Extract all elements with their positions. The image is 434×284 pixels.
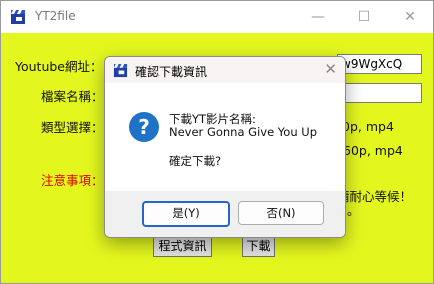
- dialog-confirm-question: 確定下載?: [169, 154, 222, 168]
- url-input[interactable]: w9WgXcQ: [337, 54, 422, 74]
- type-label: 類型選擇：: [41, 120, 104, 135]
- notes-label: 注意事項：: [41, 173, 104, 188]
- dialog-footer: 是(Y) 否(N): [105, 191, 345, 237]
- dialog-close-button[interactable]: ✕: [324, 60, 337, 78]
- info-button[interactable]: 程式資訊: [153, 236, 212, 257]
- title-bar[interactable]: YT2file — ☐ ✕: [1, 1, 433, 33]
- clapperboard-icon: [11, 10, 25, 24]
- type-option-mp4-720[interactable]: 0p, mp4: [342, 119, 394, 134]
- maximize-button[interactable]: ☐: [341, 1, 387, 33]
- filename-input[interactable]: [337, 83, 422, 103]
- close-button[interactable]: ✕: [387, 1, 433, 33]
- download-button[interactable]: 下載: [242, 236, 275, 257]
- question-icon: ?: [129, 112, 159, 142]
- yes-button[interactable]: 是(Y): [142, 201, 230, 227]
- dialog-title: 確認下載資訊: [135, 65, 208, 79]
- dialog-title-bar[interactable]: 確認下載資訊 ✕: [105, 57, 345, 83]
- filename-label: 檔案名稱：: [41, 89, 104, 104]
- clapperboard-icon: [113, 63, 128, 78]
- type-option-mp4-360[interactable]: 60p, mp4: [343, 143, 403, 158]
- minimize-button[interactable]: —: [295, 1, 341, 33]
- url-label: Youtube網址：: [15, 59, 103, 74]
- window-title: YT2file: [35, 9, 76, 23]
- dialog-video-title: Never Gonna Give You Up: [169, 125, 318, 139]
- confirm-dialog: 確認下載資訊 ✕ ? 下載YT影片名稱: Never Gonna Give Yo…: [104, 56, 346, 238]
- notes-text-line2: 。: [347, 203, 360, 218]
- no-button[interactable]: 否(N): [238, 201, 324, 225]
